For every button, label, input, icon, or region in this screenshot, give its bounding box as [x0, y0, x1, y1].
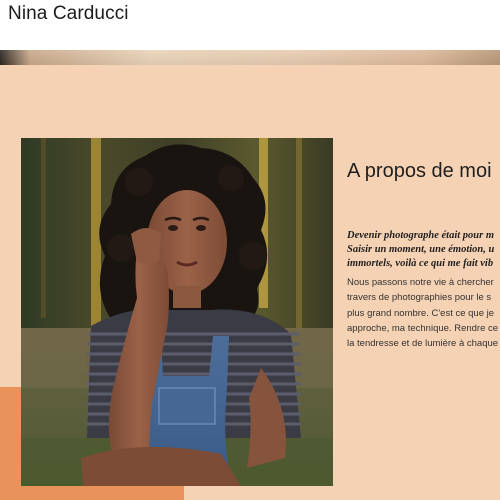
about-intro-line: immortels, voilà ce qui me fait vib	[347, 258, 494, 269]
page: Nina Carducci A propos de moi Devenir ph…	[0, 0, 500, 500]
about-body-line: Nous passons notre vie à chercher	[347, 277, 494, 288]
accent-block	[0, 387, 22, 500]
about-intro-line: Devenir photographe était pour m	[347, 230, 495, 241]
about-body: Nous passons notre vie à chercher traver…	[347, 275, 500, 351]
portrait-image	[21, 138, 333, 486]
about-body-line: approche, ma technique. Rendre ce	[347, 322, 499, 334]
hero-image-strip	[0, 50, 500, 65]
about-intro: Devenir photographe était pour m Saisir …	[347, 229, 500, 271]
site-title[interactable]: Nina Carducci	[8, 2, 129, 26]
about-body-line: plus grand nombre. C'est ce que je	[347, 307, 495, 319]
about-body-line: travers de photographies pour le s	[347, 292, 492, 304]
portrait-photo	[21, 138, 333, 486]
about-section: A propos de moi Devenir photographe étai…	[0, 65, 500, 500]
about-title: A propos de moi	[347, 160, 492, 182]
about-intro-line: Saisir un moment, une émotion, u	[347, 244, 495, 255]
accent-bar	[22, 486, 184, 500]
about-body-line: la tendresse et de lumière à chaque	[347, 338, 499, 350]
site-header: Nina Carducci	[0, 0, 500, 50]
